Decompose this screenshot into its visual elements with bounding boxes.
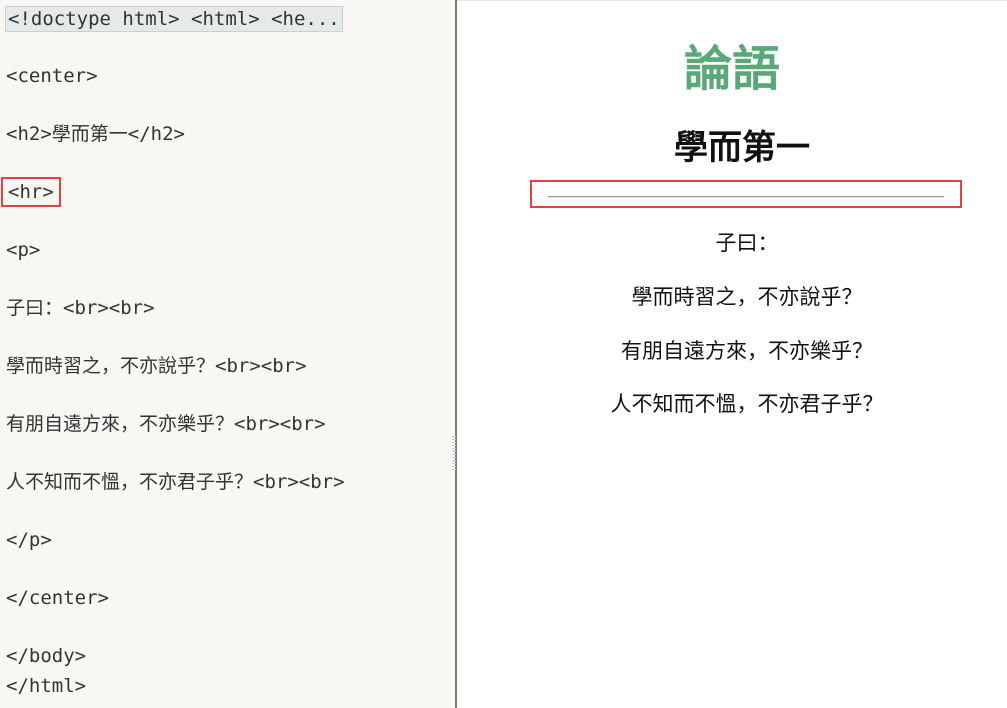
hr-highlight-box xyxy=(530,180,962,208)
code-line[interactable]: <h2>學而第一</h2> xyxy=(6,122,185,146)
paragraph-line: 子曰： xyxy=(715,231,779,255)
paragraph-line: 人不知而不慍，不亦君子乎？ xyxy=(610,392,884,416)
highlighted-hr-code-line[interactable]: <hr> xyxy=(1,177,61,207)
code-line[interactable]: 人不知而不慍，不亦君子乎？<br><br> xyxy=(6,470,345,494)
code-line[interactable]: <center> xyxy=(6,64,98,88)
code-line[interactable]: 子曰：<br><br> xyxy=(6,296,155,320)
code-line[interactable]: 學而時習之，不亦說乎？<br><br> xyxy=(6,354,307,378)
horizontal-rule xyxy=(548,196,944,198)
code-line[interactable]: </center> xyxy=(6,586,109,610)
rendered-preview-pane: 論語 學而第一 子曰： 學而時習之，不亦說乎？ 有朋自遠方來，不亦樂乎？ 人不知… xyxy=(457,0,1007,708)
folded-code-line[interactable]: <!doctype html> <html> <he... xyxy=(5,6,343,32)
code-editor-pane[interactable]: <!doctype html> <html> <he... <center> <… xyxy=(0,0,455,708)
code-line[interactable]: <p> xyxy=(6,238,40,262)
paragraph-line: 學而時習之，不亦說乎？ xyxy=(631,285,863,309)
code-line[interactable]: </p> xyxy=(6,528,52,552)
code-line[interactable]: </body> xyxy=(6,644,86,668)
code-line[interactable]: 有朋自遠方來，不亦樂乎？<br><br> xyxy=(6,412,326,436)
code-line[interactable]: </html> xyxy=(6,674,86,698)
paragraph-line: 有朋自遠方來，不亦樂乎？ xyxy=(621,339,873,363)
page-title: 論語 xyxy=(683,41,780,97)
app-window: <!doctype html> <html> <he... <center> <… xyxy=(0,0,1007,708)
section-heading: 學而第一 xyxy=(674,128,810,168)
splitter-grip-icon[interactable] xyxy=(452,436,456,472)
